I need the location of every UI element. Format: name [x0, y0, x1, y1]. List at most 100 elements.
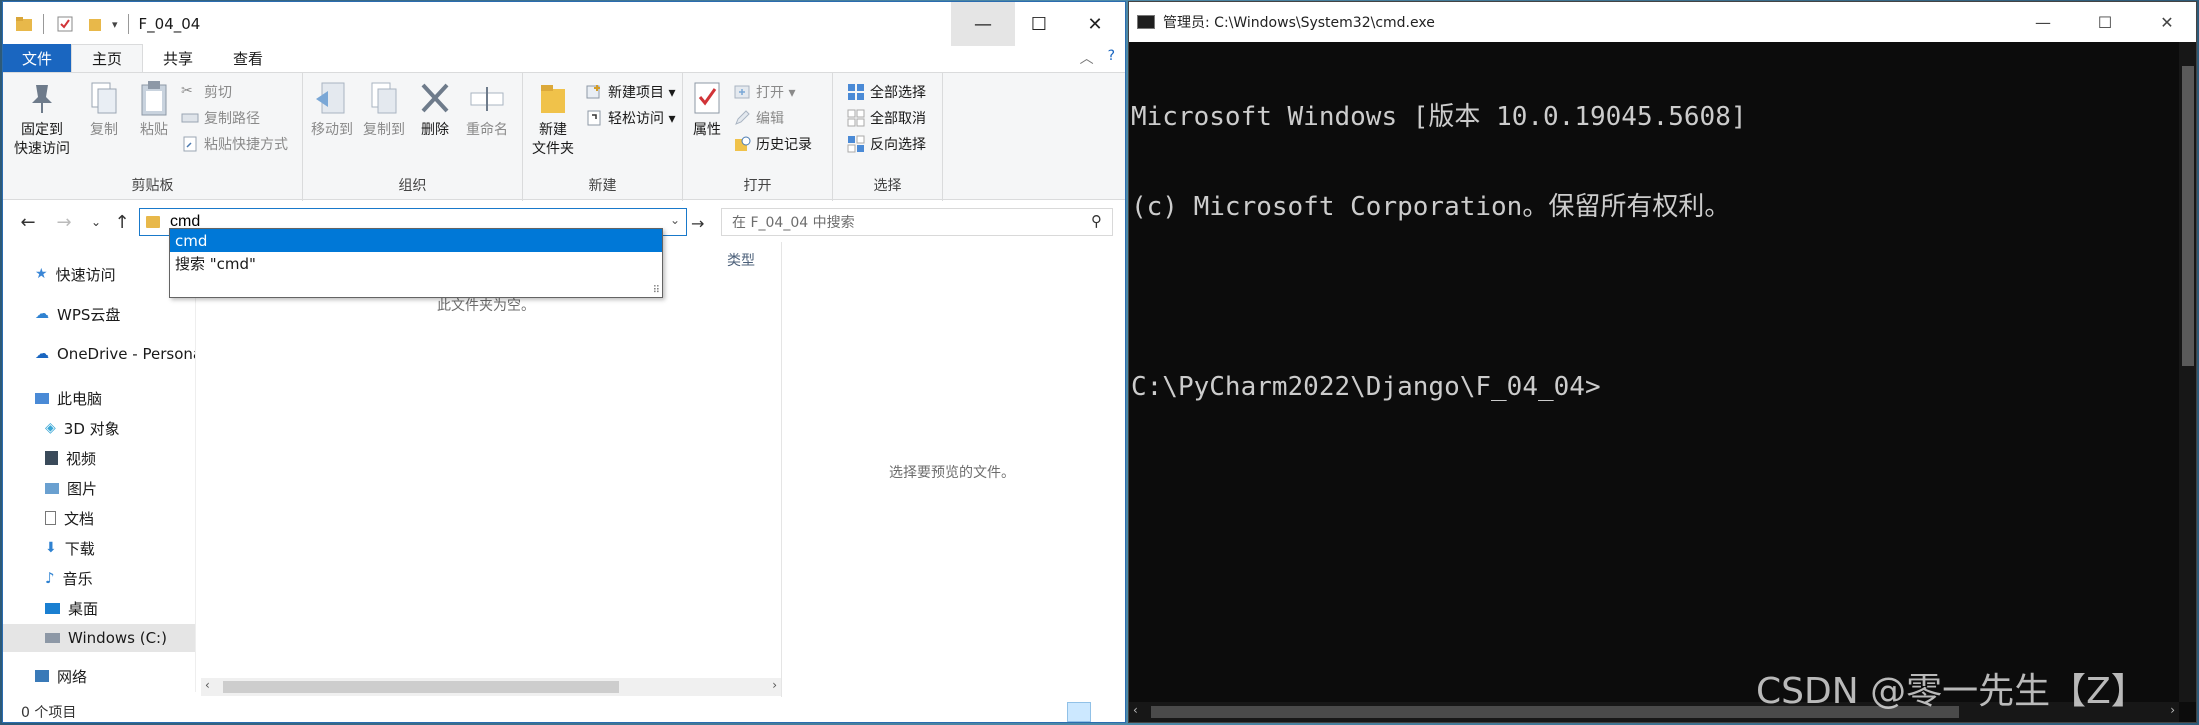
nav-desktop[interactable]: 桌面 [45, 594, 98, 622]
forward-arrow-icon[interactable]: → [53, 210, 75, 234]
delete-button[interactable]: 删除 [415, 79, 455, 140]
nav-documents-label: 文档 [64, 509, 95, 528]
copy-path-label: 复制路径 [204, 111, 260, 127]
tab-file[interactable]: 文件 [3, 44, 71, 72]
new-group: 新建 文件夹 新建项目 ▾ 轻松访问 ▾ 新建 [523, 73, 683, 201]
tab-view[interactable]: 查看 [213, 44, 283, 72]
go-arrow-icon[interactable]: → [691, 214, 704, 233]
edit-button[interactable]: 编辑 [733, 105, 784, 131]
explorer-title-bar: ▾ F_04_04 — ☐ ✕ [3, 2, 1125, 46]
cmd-scroll-left-icon[interactable]: ‹ [1133, 703, 1138, 717]
move-to-button[interactable]: 移动到 [307, 79, 357, 140]
copy-path-button[interactable]: 复制路径 [181, 105, 260, 131]
search-icon[interactable]: ⚲ [1091, 212, 1102, 230]
quick-access-dropdown-icon[interactable]: ▾ [112, 18, 118, 31]
autocomplete-item-search[interactable]: 搜索 "cmd" [170, 252, 662, 275]
nav-windows-drive[interactable]: Windows (C:) [3, 624, 195, 652]
cmd-vertical-scrollbar[interactable] [2179, 42, 2196, 702]
address-autocomplete-list: cmd 搜索 "cmd" ⠿ [169, 228, 663, 298]
paste-button[interactable]: 粘贴 [131, 79, 177, 140]
console-output[interactable]: Microsoft Windows [版本 10.0.19045.5608] (… [1129, 42, 2179, 702]
cut-button[interactable]: ✂ 剪切 [181, 79, 232, 105]
invert-selection-button[interactable]: 反向选择 [847, 131, 926, 157]
large-icons-view-icon[interactable] [1095, 702, 1119, 722]
file-explorer-window: ▾ F_04_04 — ☐ ✕ 文件 主页 共享 查看 ︿ ? 固定到 快速访问… [2, 1, 1126, 723]
nav-music[interactable]: ♪ 音乐 [45, 564, 93, 592]
search-box[interactable]: 在 F_04_04 中搜索 ⚲ [721, 208, 1113, 236]
delete-label: 删除 [421, 122, 449, 138]
select-all-label: 全部选择 [870, 85, 926, 101]
easy-access-button[interactable]: 轻松访问 ▾ [585, 105, 675, 131]
rename-button[interactable]: 重命名 [461, 79, 513, 140]
new-folder-button[interactable]: 新建 文件夹 [527, 79, 579, 159]
up-arrow-icon[interactable]: ↑ [111, 210, 133, 234]
preview-divider [781, 242, 782, 697]
cmd-maximize-button[interactable]: ☐ [2077, 2, 2133, 42]
properties-button[interactable]: 属性 [687, 79, 727, 140]
new-item-button[interactable]: 新建项目 ▾ [585, 79, 675, 105]
copy-to-button[interactable]: 复制到 [359, 79, 409, 140]
nav-wps-cloud[interactable]: ☁ WPS云盘 [35, 300, 120, 328]
scroll-thumb[interactable] [223, 681, 619, 693]
history-button[interactable]: 历史记录 [733, 131, 812, 157]
nav-3d-label: 3D 对象 [63, 419, 120, 438]
horizontal-scrollbar[interactable]: ‹ › [201, 678, 781, 696]
details-view-icon[interactable] [1067, 702, 1091, 722]
collapse-ribbon-icon[interactable]: ︿ [1080, 48, 1094, 68]
nav-3d-objects[interactable]: ◈ 3D 对象 [45, 414, 120, 442]
pin-to-quick-access-button[interactable]: 固定到 快速访问 [11, 79, 73, 159]
scroll-right-icon[interactable]: › [772, 678, 777, 692]
invert-selection-icon [847, 135, 865, 153]
autocomplete-item-cmd[interactable]: cmd [170, 229, 662, 252]
help-icon[interactable]: ? [1108, 48, 1115, 68]
properties-quick-icon[interactable] [56, 15, 74, 33]
nav-onedrive-label: OneDrive - Persona [57, 345, 195, 363]
nav-onedrive[interactable]: ☁ OneDrive - Persona [35, 340, 195, 368]
nav-downloads[interactable]: ⬇ 下载 [45, 534, 95, 562]
tab-home[interactable]: 主页 [71, 44, 144, 72]
cmd-minimize-button[interactable]: — [2015, 2, 2071, 42]
select-none-button[interactable]: 全部取消 [847, 105, 926, 131]
delete-x-icon [421, 83, 449, 113]
edit-label: 编辑 [756, 111, 784, 127]
maximize-button[interactable]: ☐ [1007, 2, 1071, 46]
nav-network[interactable]: 网络 [35, 662, 87, 690]
minimize-button[interactable]: — [951, 2, 1015, 46]
scroll-left-icon[interactable]: ‹ [205, 678, 210, 692]
scissors-icon: ✂ [181, 83, 193, 99]
nav-quick-access[interactable]: ★ 快速访问 [35, 260, 116, 288]
new-folder-label: 新建 文件夹 [532, 122, 574, 157]
tab-share[interactable]: 共享 [143, 44, 213, 72]
nav-this-pc[interactable]: 此电脑 [35, 384, 102, 412]
nav-documents[interactable]: 文档 [45, 504, 94, 532]
recent-locations-chevron-icon[interactable]: ⌄ [85, 210, 107, 234]
search-placeholder: 在 F_04_04 中搜索 [732, 215, 855, 231]
column-header-type[interactable]: 类型 [727, 250, 755, 270]
console-prompt-line[interactable]: C:\PyCharm2022\Django\F_04_04> [1131, 372, 2179, 402]
copy-to-icon [371, 82, 397, 114]
desktop-icon [45, 602, 60, 614]
cmd-scroll-right-icon[interactable]: › [2170, 703, 2175, 717]
file-list-area[interactable]: 类型 此文件夹为空。 [201, 242, 782, 697]
nav-desktop-label: 桌面 [68, 599, 99, 618]
cmd-close-button[interactable]: ✕ [2139, 2, 2195, 42]
paste-shortcut-button[interactable]: 粘贴快捷方式 [181, 131, 288, 157]
copy-button[interactable]: 复制 [81, 79, 127, 140]
select-none-label: 全部取消 [870, 111, 926, 127]
close-button[interactable]: ✕ [1063, 2, 1125, 46]
resize-grip-icon[interactable]: ⠿ [653, 285, 660, 296]
cmd-scroll-thumb[interactable] [2182, 66, 2194, 366]
new-folder-icon [541, 85, 565, 113]
star-icon: ★ [35, 266, 48, 282]
music-note-icon: ♪ [45, 569, 55, 587]
rename-label: 重命名 [466, 122, 508, 138]
open-button[interactable]: 打开 ▾ [733, 79, 795, 105]
address-dropdown-icon[interactable]: ⌄ [670, 213, 680, 227]
back-arrow-icon[interactable]: ← [17, 210, 39, 234]
pin-icon [32, 85, 52, 113]
nav-videos[interactable]: 视频 [45, 444, 96, 472]
select-all-button[interactable]: 全部选择 [847, 79, 926, 105]
new-folder-quick-icon[interactable] [86, 15, 104, 33]
nav-pictures[interactable]: 图片 [45, 474, 97, 502]
